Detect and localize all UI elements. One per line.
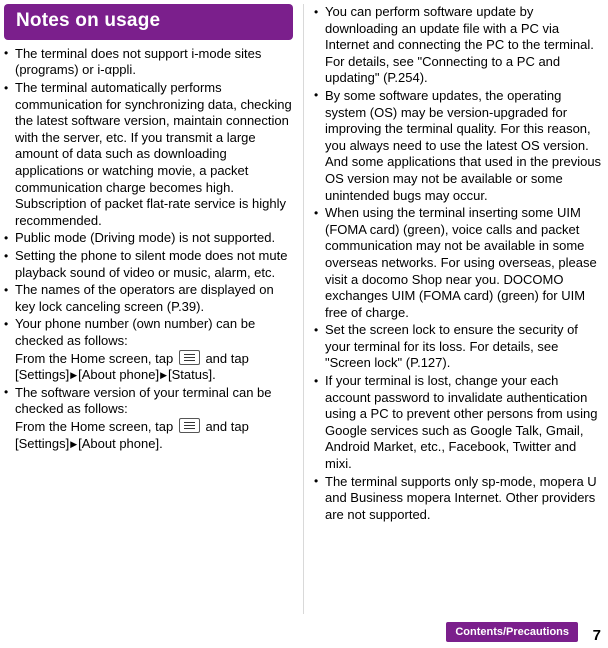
two-column-body: Notes on usage The terminal does not sup… [0,0,608,620]
menu-key-icon [178,349,200,365]
left-bullet-list: The terminal does not support i-mode sit… [4,45,293,452]
page: Notes on usage The terminal does not sup… [0,0,608,648]
menu-key-icon [178,417,200,433]
page-footer: Contents/Precautions 7 [0,620,608,648]
list-item-line: [About phone]. [78,435,163,451]
footer-section-label: Contents/Precautions [446,621,578,642]
list-item: You can perform software update by downl… [314,4,604,87]
page-number: 7 [592,627,601,644]
list-item: Your phone number (own number) can be ch… [4,316,293,383]
list-item-line: From the Home screen, tap [15,350,177,366]
right-column: You can perform software update by downl… [304,0,608,620]
right-bullet-list: You can perform software update by downl… [314,4,604,523]
list-item-line: Your phone number (own number) can be ch… [15,316,256,348]
arrow-icon: ▶ [160,370,168,381]
list-item: The names of the operators are displayed… [4,282,293,315]
section-banner-notes-on-usage: Notes on usage [4,4,293,40]
list-item: Public mode (Driving mode) is not suppor… [4,230,293,247]
list-item-line: From the Home screen, tap [15,418,177,434]
list-item-line: The software version of your terminal ca… [15,384,272,417]
list-item-line: [About phone] [78,367,160,383]
arrow-icon: ▶ [70,438,78,449]
left-column: Notes on usage The terminal does not sup… [0,0,303,620]
list-item: The terminal automatically performs comm… [4,80,293,229]
list-item: The software version of your terminal ca… [4,384,293,452]
list-item: If your terminal is lost, change your ea… [314,373,604,473]
list-item: Setting the phone to silent mode does no… [4,248,293,281]
list-item-line: [Status]. [168,367,216,383]
list-item: When using the terminal inserting some U… [314,205,604,321]
list-item: Set the screen lock to ensure the securi… [314,322,604,372]
list-item: The terminal supports only sp-mode, mope… [314,473,604,524]
list-item: By some software updates, the operating … [314,87,604,204]
list-item: The terminal does not support i-mode sit… [4,45,293,79]
arrow-icon: ▶ [70,370,78,381]
